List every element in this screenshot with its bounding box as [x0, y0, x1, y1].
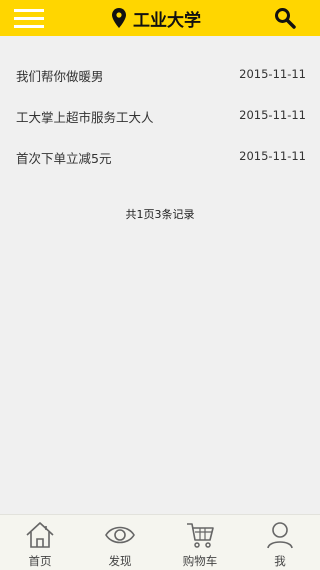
location-selector[interactable]: 工业大学: [112, 6, 201, 31]
list-item[interactable]: 工大掌上超市服务工大人 2015-11-11: [0, 94, 320, 135]
news-title: 工大掌上超市服务工大人: [16, 110, 154, 125]
pagination-info: 共1页3条记录: [125, 208, 195, 221]
eye-icon: [105, 526, 135, 544]
news-date: 2015-11-11: [239, 67, 306, 81]
tab-label: 发现: [108, 554, 132, 568]
news-date: 2015-11-11: [239, 149, 306, 163]
tab-cart[interactable]: 购物车: [160, 515, 240, 570]
search-icon[interactable]: [274, 7, 296, 29]
top-bar: 工业大学: [0, 0, 320, 36]
location-pin-icon: [112, 8, 126, 28]
home-icon: [26, 522, 54, 548]
tab-label: 购物车: [182, 554, 218, 568]
news-title: 我们帮你做暖男: [16, 69, 104, 84]
page-title: 工业大学: [133, 10, 201, 31]
menu-icon-line: [14, 9, 44, 12]
bottom-tab-bar: 首页 发现 购物车 我: [0, 514, 320, 570]
list-item[interactable]: 首次下单立减5元 2015-11-11: [0, 135, 320, 176]
cart-icon: [187, 523, 214, 548]
news-list: 我们帮你做暖男 2015-11-11 工大掌上超市服务工大人 2015-11-1…: [0, 53, 320, 176]
list-item[interactable]: 我们帮你做暖男 2015-11-11: [0, 53, 320, 94]
tab-me[interactable]: 我: [240, 515, 320, 570]
menu-icon-line: [14, 25, 44, 28]
tab-discover[interactable]: 发现: [80, 515, 160, 570]
menu-button[interactable]: [14, 6, 44, 30]
user-icon: [267, 522, 293, 549]
tab-label: 首页: [28, 554, 52, 568]
tab-home[interactable]: 首页: [0, 515, 80, 570]
tab-label: 我: [274, 554, 286, 568]
menu-icon-line: [14, 17, 44, 20]
news-title: 首次下单立减5元: [16, 151, 112, 166]
news-date: 2015-11-11: [239, 108, 306, 122]
